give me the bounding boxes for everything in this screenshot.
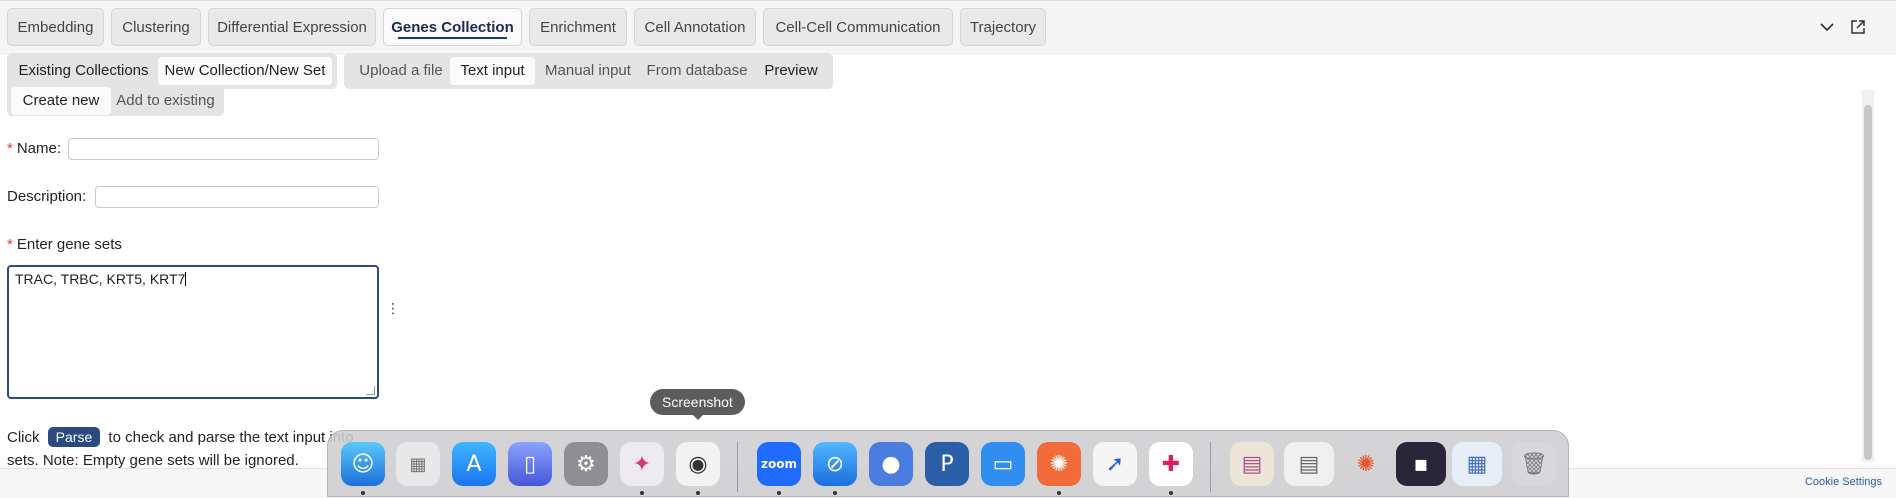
external-link-icon[interactable] — [1849, 18, 1867, 36]
document-thumbnail-icon[interactable]: ▤ — [1230, 442, 1274, 486]
existing-collections-option[interactable]: Existing Collections — [11, 57, 156, 85]
browser-window-icon[interactable]: ▦ — [1452, 442, 1502, 486]
tab-differential-expression[interactable]: Differential Expression — [208, 8, 376, 46]
cookie-settings-link[interactable]: Cookie Settings — [1805, 476, 1882, 488]
new-collection-option[interactable]: New Collection/New Set — [158, 57, 332, 85]
tab-cell-annotation[interactable]: Cell Annotation — [634, 8, 756, 46]
navigator-icon[interactable]: ➚ — [1093, 442, 1137, 486]
minimized-window-icon[interactable]: ✺ — [1344, 442, 1388, 486]
create-new-option[interactable]: Create new — [11, 87, 111, 115]
perplexity-icon[interactable]: ✺ — [1037, 442, 1081, 486]
dock-separator — [737, 442, 738, 492]
running-indicator — [777, 491, 781, 495]
safari-icon[interactable]: ⊘ — [813, 442, 857, 486]
tab-embedding[interactable]: Embedding — [7, 8, 104, 46]
gene-sets-textarea[interactable]: TRAC, TRBC, KRT5, KRT7 — [7, 265, 379, 399]
text-input-option[interactable]: Text input — [450, 57, 535, 85]
affinity-icon[interactable]: ✦ — [620, 442, 664, 486]
resize-handle-icon[interactable] — [366, 386, 375, 395]
manual-input-option[interactable]: Manual input — [535, 57, 641, 85]
system-settings-icon[interactable]: ⚙ — [564, 442, 608, 486]
parse-hint: Click Parse to check and parse the text … — [7, 427, 354, 447]
parse-note: sets. Note: Empty gene sets will be igno… — [7, 452, 299, 469]
webcam-icon[interactable]: ● — [869, 442, 913, 486]
keynote-icon[interactable]: ▭ — [981, 442, 1025, 486]
document-preview-icon[interactable]: ▤ — [1284, 442, 1334, 486]
tab-clustering[interactable]: Clustering — [111, 8, 201, 46]
terminal-window-icon[interactable]: ▪ — [1396, 442, 1446, 486]
input-mode-toggle: Upload a file Text input Manual input Fr… — [344, 53, 833, 89]
parse-button[interactable]: Parse — [47, 427, 101, 447]
pockity-icon[interactable]: P — [925, 442, 969, 486]
tab-trajectory[interactable]: Trajectory — [960, 8, 1046, 46]
upload-file-option[interactable]: Upload a file — [348, 57, 454, 85]
finder-icon[interactable]: ☺ — [341, 442, 385, 486]
screenshot-icon[interactable]: ◉ — [676, 442, 720, 486]
launchpad-icon[interactable]: ▦ — [396, 442, 440, 486]
tab-cell-cell-communication[interactable]: Cell-Cell Communication — [763, 8, 953, 46]
trash-icon[interactable]: 🗑 — [1512, 442, 1556, 486]
simulator-icon[interactable]: ▯ — [508, 442, 552, 486]
running-indicator — [361, 491, 365, 495]
running-indicator — [1057, 491, 1061, 495]
drag-handle-icon[interactable]: ⋮ — [386, 300, 400, 317]
preview-option[interactable]: Preview — [753, 57, 829, 85]
description-input[interactable] — [95, 186, 379, 208]
name-input[interactable] — [68, 138, 379, 160]
from-database-option[interactable]: From database — [641, 57, 753, 85]
running-indicator — [1169, 491, 1173, 495]
running-indicator — [833, 491, 837, 495]
add-to-existing-option[interactable]: Add to existing — [111, 87, 220, 115]
create-mode-toggle: Create new Add to existing — [7, 86, 224, 116]
chevron-down-icon[interactable] — [1818, 18, 1836, 36]
running-indicator — [640, 491, 644, 495]
running-indicator — [696, 491, 700, 495]
name-label: * Name: — [7, 140, 62, 157]
slack-icon[interactable]: ✚ — [1149, 442, 1193, 486]
dock-separator — [1210, 442, 1211, 492]
main-tab-bar: Embedding Clustering Differential Expres… — [0, 0, 1896, 55]
collection-mode-toggle: Existing Collections New Collection/New … — [7, 53, 337, 89]
tab-enrichment[interactable]: Enrichment — [529, 8, 627, 46]
app-store-icon[interactable]: A — [452, 442, 496, 486]
description-label: Description: — [7, 188, 87, 205]
scrollbar-thumb[interactable] — [1864, 105, 1872, 460]
gene-sets-label: * Enter gene sets — [7, 236, 122, 253]
tab-genes-collection[interactable]: Genes Collection — [383, 8, 522, 46]
zoom-icon[interactable]: zoom — [757, 442, 801, 486]
dock-tooltip: Screenshot — [650, 389, 745, 420]
